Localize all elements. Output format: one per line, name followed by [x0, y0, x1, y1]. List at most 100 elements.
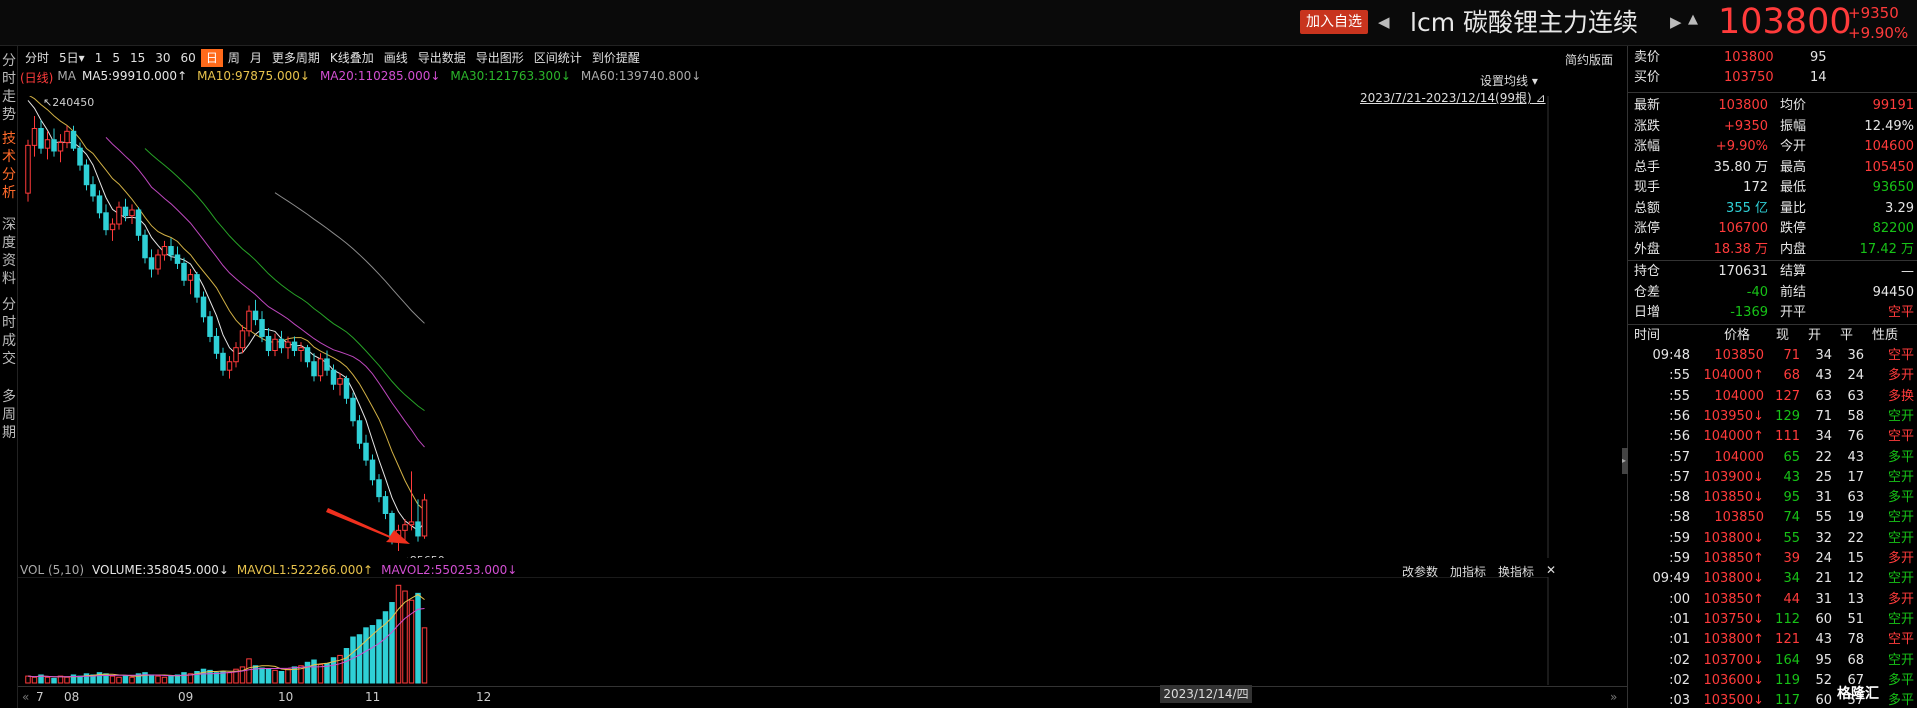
trade-qty: 117 — [1775, 693, 1800, 708]
trade-qty: 68 — [1783, 368, 1800, 384]
tb-60min[interactable]: 60 — [176, 49, 201, 67]
tb-range-stats[interactable]: 区间统计 — [529, 49, 587, 67]
tb-intraday[interactable]: 分时 — [20, 49, 54, 67]
quote-row: 总手 35.80 万最高 105450 — [1634, 158, 1917, 178]
stat-value: +9.90% — [1715, 139, 1768, 154]
candle-body — [343, 378, 350, 399]
prev-symbol-icon[interactable]: ◀ — [1378, 10, 1390, 34]
candle-body — [44, 139, 51, 149]
ma30-line — [144, 148, 425, 412]
month-label: 12 — [476, 690, 492, 704]
trade-open: 63 — [1815, 388, 1832, 404]
trade-nature: 空开 — [1887, 408, 1914, 424]
stat-value: 105450 — [1864, 159, 1914, 175]
stat-value: 94450 — [1872, 284, 1914, 300]
quote-row: 日增 -1369 开平 空平 — [1634, 303, 1917, 323]
quote-row: 外盘 18.38 万内盘 17.42 万 — [1634, 240, 1917, 260]
volume-bar — [389, 602, 395, 684]
candle-body — [103, 212, 109, 231]
volume-bar — [51, 677, 57, 684]
tb-monthly[interactable]: 月 — [245, 49, 267, 67]
trade-close: 15 — [1847, 551, 1864, 566]
ma20-value: MA20:110285.000↓ — [319, 69, 441, 83]
candle-body — [376, 479, 382, 498]
set-ma-button[interactable]: 设置均线 ▾ — [1480, 72, 1538, 89]
tb-5day[interactable]: 5日▾ — [54, 49, 90, 67]
candle-body — [135, 209, 142, 236]
bid-qty: 14 — [1810, 70, 1827, 85]
trade-open: 95 — [1815, 652, 1832, 668]
scroll-right-icon[interactable]: » — [1610, 690, 1617, 704]
tb-overlay[interactable]: K线叠加 — [325, 49, 379, 67]
trade-price: 104000 — [1714, 449, 1764, 465]
tb-1min[interactable]: 1 — [90, 49, 108, 67]
tb-5min[interactable]: 5 — [107, 49, 125, 67]
tb-export-image[interactable]: 导出图形 — [471, 49, 529, 67]
trade-price: 104000↑ — [1703, 429, 1764, 445]
tb-weekly[interactable]: 周 — [223, 49, 245, 67]
trade-qty: 119 — [1775, 672, 1800, 688]
volume-bar — [272, 669, 278, 684]
panel-collapse-icon[interactable]: ▸ — [1622, 448, 1628, 474]
stat-label: 现手 — [1634, 180, 1661, 195]
trade-open: 43 — [1815, 368, 1832, 384]
candle-body — [369, 459, 376, 481]
quote-row: 总额 355 亿量比 3.29 — [1634, 199, 1917, 219]
sidenav-item-technical[interactable]: 技术分析 — [1, 130, 17, 202]
tb-price-alert[interactable]: 到价提醒 — [587, 49, 645, 67]
tb-more-periods[interactable]: 更多周期 — [267, 49, 325, 67]
candlestick-chart[interactable]: 2404502275502146502017501888501759501630… — [18, 96, 1553, 558]
sidenav-item-ticks[interactable]: 分时成交 — [1, 296, 17, 368]
trade-open: 22 — [1815, 449, 1832, 465]
scroll-left-icon[interactable]: « — [22, 690, 29, 704]
trade-nature: 空开 — [1887, 530, 1914, 546]
tb-daily[interactable]: 日 — [200, 49, 223, 67]
volume-bar — [161, 676, 168, 684]
ma60-line — [274, 192, 425, 324]
candle-body — [402, 524, 408, 531]
trade-row: 09:48 103850 71 34 36 空平 — [1628, 346, 1917, 366]
tb-draw[interactable]: 画线 — [379, 49, 413, 67]
stat-label: 涨幅 — [1634, 139, 1661, 154]
trade-open: 24 — [1815, 551, 1832, 566]
stat-label: 最高 — [1780, 159, 1807, 175]
volume-chart[interactable]: 85.26万56.84万28.42万0.00 — [18, 577, 1553, 685]
alert-icon[interactable]: ▲ — [1688, 12, 1698, 27]
compact-layout-button[interactable]: 简约版面 — [1565, 51, 1613, 68]
mavol1-value: MAVOL1:522266.000↑ — [236, 563, 374, 577]
trade-qty: 44 — [1783, 591, 1800, 607]
trade-row: :58 103850 74 55 19 空开 — [1628, 508, 1917, 528]
sidenav-item-depth[interactable]: 深度资料 — [1, 216, 17, 288]
trade-open: 32 — [1815, 530, 1832, 546]
trade-nature: 多换 — [1887, 388, 1914, 404]
add-watchlist-button[interactable]: 加入自选 — [1300, 10, 1368, 34]
trade-qty: 65 — [1783, 449, 1800, 465]
candle-body — [77, 147, 83, 166]
trade-close: 22 — [1847, 530, 1864, 546]
volume-bar — [356, 634, 363, 684]
ask-qty: 95 — [1810, 50, 1827, 65]
trade-nature: 多开 — [1887, 551, 1914, 566]
sidenav-item-intraday[interactable]: 分时走势 — [1, 52, 17, 124]
candle-body — [96, 195, 103, 214]
mavol2-value: MAVOL2:550253.000↓ — [381, 563, 518, 577]
trade-time: :56 — [1669, 408, 1690, 424]
volume-bar — [116, 676, 122, 684]
divider — [1628, 260, 1917, 261]
candle-body — [109, 223, 116, 231]
candle-body — [155, 254, 161, 270]
next-symbol-icon[interactable]: ▶ — [1670, 10, 1682, 34]
tb-15min[interactable]: 15 — [125, 49, 150, 67]
trade-close: 51 — [1847, 611, 1864, 627]
ask-row: 卖价 103800 95 — [1634, 48, 1917, 68]
candle-body — [324, 358, 330, 371]
candle-body — [148, 257, 155, 270]
sidenav-item-multi-period[interactable]: 多周期 — [1, 388, 17, 442]
tb-export-data[interactable]: 导出数据 — [413, 49, 471, 67]
trade-nature: 空平 — [1887, 632, 1914, 648]
tb-30min[interactable]: 30 — [150, 49, 175, 67]
trade-nature: 空平 — [1887, 429, 1914, 445]
trade-nature: 空开 — [1887, 652, 1914, 668]
trade-nature: 空开 — [1887, 571, 1914, 587]
trade-nature: 多平 — [1887, 449, 1914, 465]
